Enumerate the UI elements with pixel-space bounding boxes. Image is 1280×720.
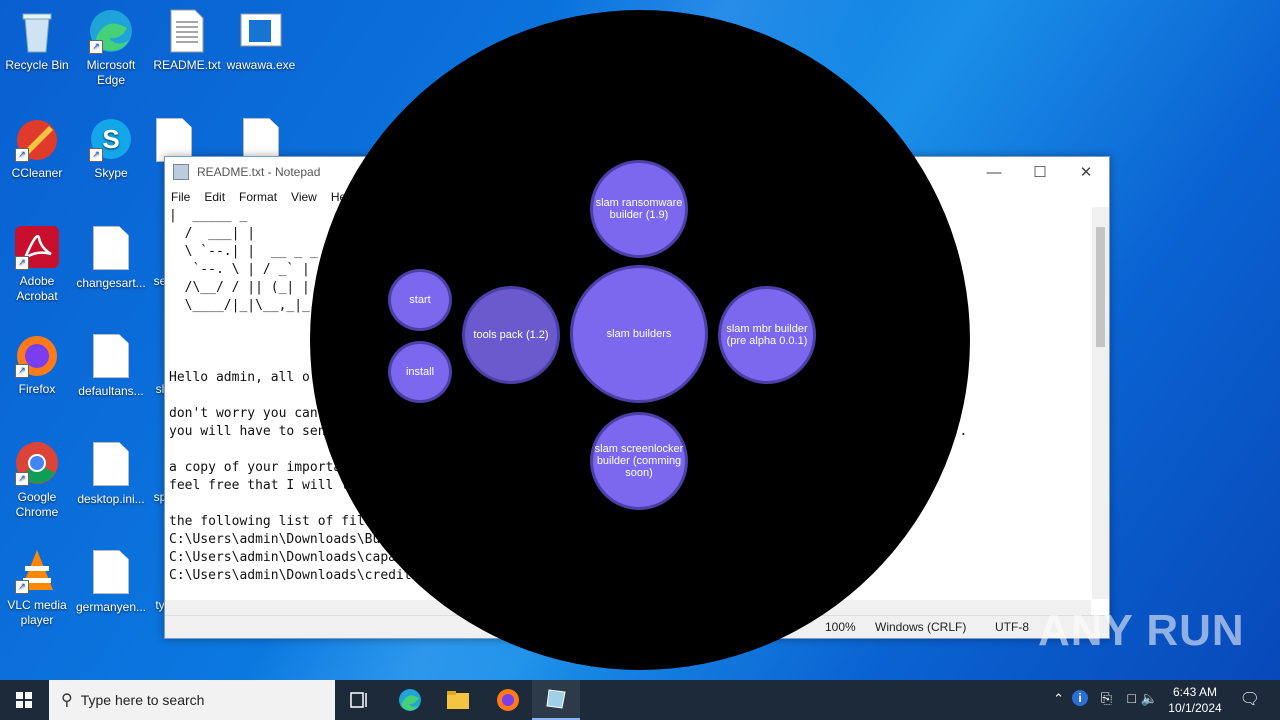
- bubble-mbr-builder[interactable]: slam mbr builder (pre alpha 0.0.1): [718, 286, 816, 384]
- network-icon[interactable]: □: [1128, 690, 1136, 706]
- shortcut-arrow-icon: ↗: [15, 148, 29, 162]
- zoom-level: 100%: [825, 620, 856, 634]
- desktop-icon-readme[interactable]: README.txt: [150, 8, 224, 73]
- usb-icon[interactable]: ⎘: [1101, 690, 1112, 707]
- taskbar-edge[interactable]: [386, 680, 434, 720]
- start-menu-button[interactable]: [0, 680, 48, 720]
- file-icon: [87, 226, 135, 272]
- desktop-icon-skype[interactable]: S ↗ Skype: [74, 116, 148, 181]
- edge-icon: ↗: [87, 8, 135, 54]
- folder-icon: [447, 691, 469, 709]
- chevron-up-icon[interactable]: ⌃: [1053, 691, 1064, 707]
- exe-file-icon: [237, 8, 285, 54]
- shortcut-arrow-icon: ↗: [15, 256, 29, 270]
- close-button[interactable]: ✕: [1063, 157, 1109, 187]
- taskbar-clock[interactable]: 6:43 AM 10/1/2024: [1160, 684, 1230, 716]
- search-icon: ⚲: [61, 692, 73, 709]
- svg-text:S: S: [102, 124, 119, 154]
- clock-date: 10/1/2024: [1168, 701, 1222, 715]
- text-file-icon: [163, 8, 211, 54]
- notepad-icon: [546, 689, 566, 709]
- taskbar-notepad[interactable]: [532, 680, 580, 720]
- edge-icon: [399, 689, 421, 711]
- shortcut-arrow-icon: ↗: [15, 580, 29, 594]
- skype-icon: S ↗: [87, 116, 135, 162]
- file-icon: [87, 334, 135, 380]
- shortcut-arrow-icon: ↗: [15, 364, 29, 378]
- shortcut-arrow-icon: ↗: [89, 40, 103, 54]
- window-title: README.txt - Notepad: [197, 165, 321, 179]
- encoding: UTF-8: [995, 620, 1029, 634]
- file-icon: [87, 550, 135, 596]
- desktop-icon-edge[interactable]: ↗ Microsoft Edge: [74, 8, 148, 88]
- start-button[interactable]: start: [388, 269, 452, 331]
- firefox-icon: [497, 689, 519, 711]
- desktop-icon-recycle-bin[interactable]: Recycle Bin: [0, 8, 74, 73]
- window-controls: — ☐ ✕: [971, 157, 1109, 187]
- menu-edit[interactable]: Edit: [204, 190, 225, 204]
- taskbar: ⚲ Type here to search ⌃ i ⎘ □ 🔈 6:43 AM …: [0, 680, 1280, 720]
- info-icon[interactable]: i: [1072, 690, 1088, 706]
- taskbar-search-box[interactable]: ⚲ Type here to search: [49, 680, 335, 720]
- shortcut-arrow-icon: ↗: [89, 148, 103, 162]
- desktop-icon-chrome[interactable]: ↗ Google Chrome: [0, 440, 74, 520]
- volume-icon[interactable]: 🔈: [1141, 690, 1158, 707]
- maximize-button[interactable]: ☐: [1017, 157, 1063, 187]
- recycle-bin-icon: [13, 8, 61, 54]
- search-placeholder: Type here to search: [80, 692, 205, 708]
- desktop-icon-changesart[interactable]: changesart...: [74, 224, 148, 291]
- menu-format[interactable]: Format: [239, 190, 277, 204]
- acrobat-icon: ↗: [13, 224, 61, 270]
- bubble-slam-builders[interactable]: slam builders: [570, 265, 708, 403]
- taskbar-firefox[interactable]: [484, 680, 532, 720]
- task-view-icon: [350, 692, 367, 708]
- chrome-icon: ↗: [13, 440, 61, 486]
- bubble-tools-pack[interactable]: tools pack (1.2): [462, 286, 560, 384]
- bubble-ransomware-builder[interactable]: slam ransomware builder (1.9): [590, 160, 688, 258]
- task-view-button[interactable]: [336, 680, 384, 720]
- desktop-icon-firefox[interactable]: ↗ Firefox: [0, 332, 74, 397]
- taskbar-file-explorer[interactable]: [434, 680, 482, 720]
- install-button[interactable]: install: [388, 341, 452, 403]
- line-ending: Windows (CRLF): [875, 620, 967, 634]
- scrollbar-thumb[interactable]: [1096, 227, 1105, 347]
- vlc-icon: ↗: [13, 548, 61, 594]
- desktop-icon-ccleaner[interactable]: ↗ CCleaner: [0, 116, 74, 181]
- windows-logo-icon: [16, 692, 32, 708]
- desktop-icon-wawawa[interactable]: wawawa.exe: [224, 8, 298, 73]
- desktop-icon-desktopini[interactable]: desktop.ini...: [74, 440, 148, 507]
- anyrun-watermark: ANY RUN: [1038, 606, 1245, 655]
- file-icon: [87, 442, 135, 488]
- bubble-screenlocker-builder[interactable]: slam screenlocker builder (comming soon): [590, 412, 688, 510]
- shortcut-arrow-icon: ↗: [15, 472, 29, 486]
- notepad-icon: [173, 164, 189, 180]
- minimize-button[interactable]: —: [971, 157, 1017, 187]
- menu-view[interactable]: View: [291, 190, 317, 204]
- desktop-icon-germanyen[interactable]: germanyen...: [74, 548, 148, 615]
- notifications-icon[interactable]: 🗨: [1240, 689, 1260, 709]
- ccleaner-icon: ↗: [13, 116, 61, 162]
- desktop-icon-defaultans[interactable]: defaultans...: [74, 332, 148, 399]
- vertical-scrollbar[interactable]: [1092, 207, 1109, 599]
- firefox-icon: ↗: [13, 332, 61, 378]
- menu-file[interactable]: File: [171, 190, 190, 204]
- desktop-icon-acrobat[interactable]: ↗ Adobe Acrobat: [0, 224, 74, 304]
- malware-overlay: slam ransomware builder (1.9) slam build…: [310, 10, 970, 670]
- desktop-icon-vlc[interactable]: ↗ VLC media player: [0, 548, 74, 628]
- clock-time: 6:43 AM: [1172, 685, 1218, 699]
